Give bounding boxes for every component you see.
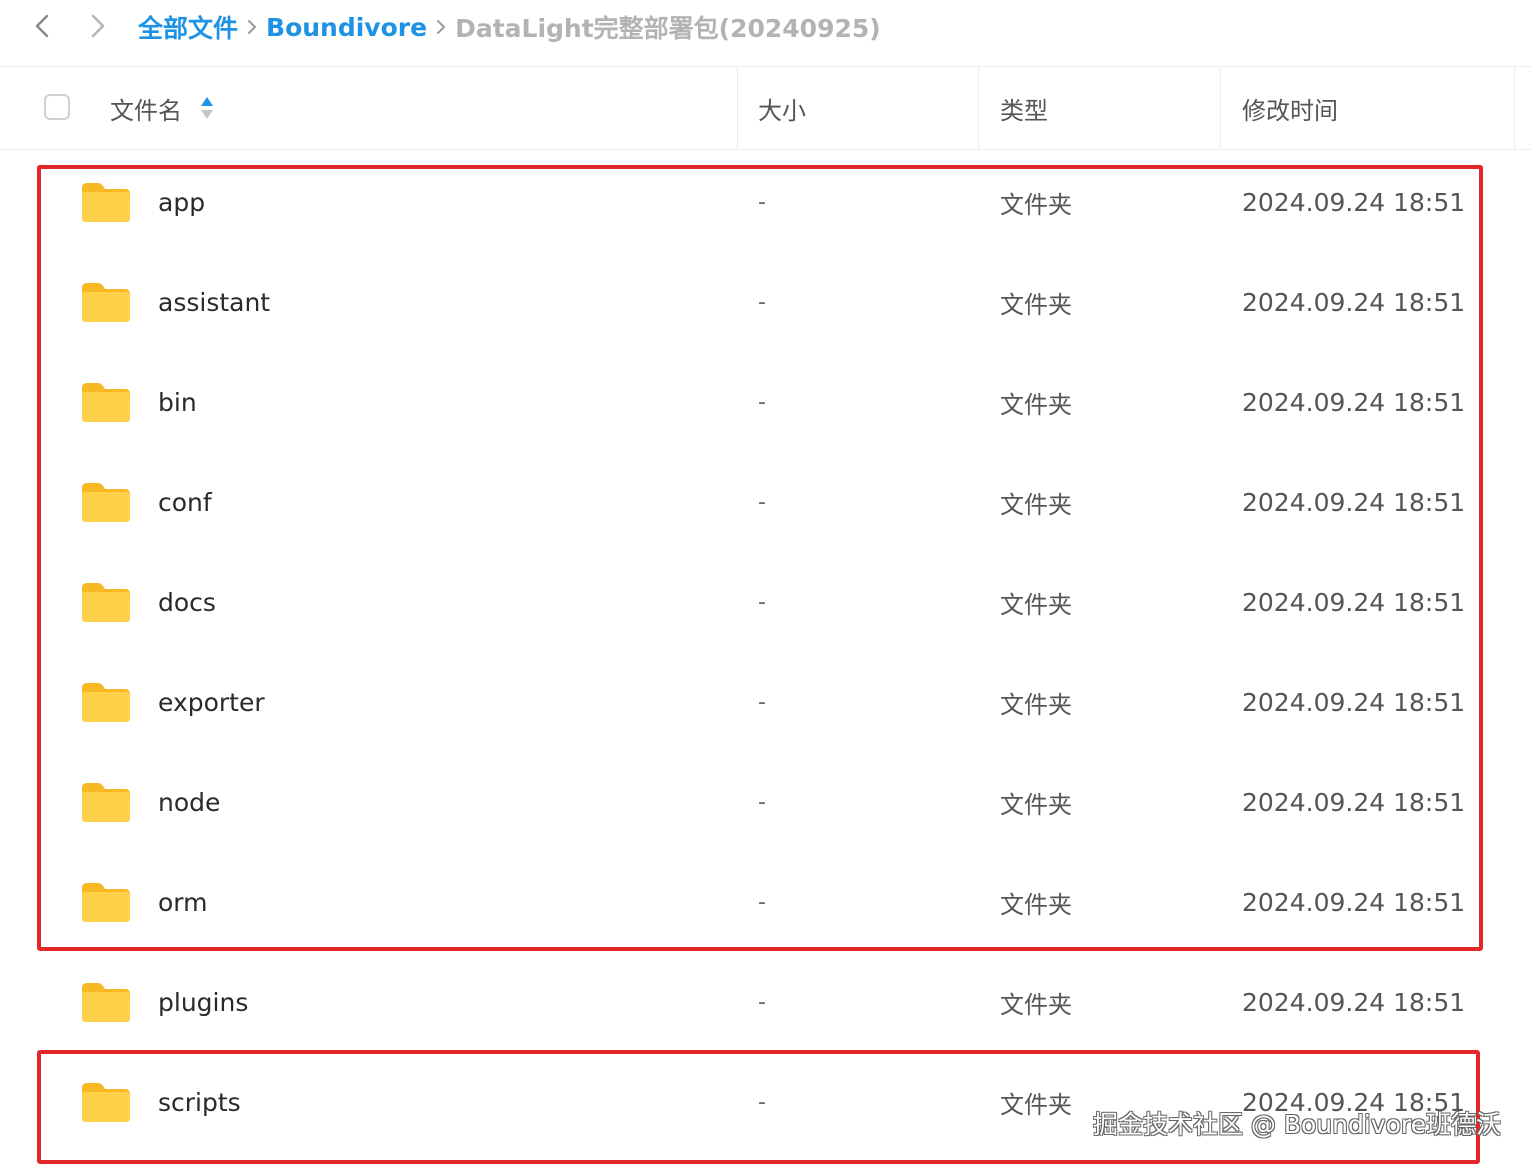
file-modified: 2024.09.24 18:51: [1242, 887, 1466, 917]
file-modified: 2024.09.24 18:51: [1242, 787, 1466, 817]
sort-arrows-icon[interactable]: [200, 95, 214, 121]
file-type: 文件夹: [1000, 690, 1072, 719]
file-size: -: [758, 589, 766, 615]
folder-icon: [82, 683, 130, 722]
column-header-modified[interactable]: 修改时间: [1242, 67, 1338, 149]
file-name[interactable]: conf: [158, 452, 212, 552]
column-header-type-label: 类型: [1000, 96, 1048, 125]
table-row[interactable]: assistant - 文件夹 2024.09.24 18:51: [0, 252, 1531, 352]
file-size: -: [758, 1089, 766, 1115]
column-divider: [1514, 67, 1515, 149]
file-size: -: [758, 289, 766, 315]
file-size: -: [758, 889, 766, 915]
file-name[interactable]: bin: [158, 352, 197, 452]
top-nav: 全部文件 Boundivore DataLight完整部署包(20240925): [0, 0, 1531, 67]
folder-icon: [82, 883, 130, 922]
file-type: 文件夹: [1000, 590, 1072, 619]
file-name[interactable]: assistant: [158, 252, 270, 352]
column-divider: [1220, 67, 1221, 149]
folder-icon: [82, 483, 130, 522]
file-size: -: [758, 489, 766, 515]
file-modified: 2024.09.24 18:51: [1242, 587, 1466, 617]
chevron-right-icon: [91, 14, 105, 38]
file-name[interactable]: app: [158, 152, 205, 252]
table-row[interactable]: node - 文件夹 2024.09.24 18:51: [0, 752, 1531, 852]
column-header-type[interactable]: 类型: [1000, 67, 1048, 149]
file-type: 文件夹: [1000, 990, 1072, 1019]
folder-icon: [82, 983, 130, 1022]
file-size: -: [758, 689, 766, 715]
column-header-name[interactable]: 文件名: [110, 67, 214, 149]
forward-button[interactable]: [82, 10, 114, 42]
file-name[interactable]: exporter: [158, 652, 265, 752]
folder-icon: [82, 583, 130, 622]
folder-icon: [82, 183, 130, 222]
folder-icon: [82, 283, 130, 322]
file-type: 文件夹: [1000, 890, 1072, 919]
file-size: -: [758, 189, 766, 215]
file-name[interactable]: plugins: [158, 952, 248, 1052]
file-type: 文件夹: [1000, 390, 1072, 419]
table-row[interactable]: plugins - 文件夹 2024.09.24 18:51: [0, 952, 1531, 1052]
file-size: -: [758, 789, 766, 815]
file-type: 文件夹: [1000, 1090, 1072, 1119]
file-name[interactable]: docs: [158, 552, 216, 652]
breadcrumb-separator-icon: [246, 17, 258, 37]
table-row[interactable]: docs - 文件夹 2024.09.24 18:51: [0, 552, 1531, 652]
column-header-modified-label: 修改时间: [1242, 96, 1338, 125]
breadcrumb-item-boundivore[interactable]: Boundivore: [266, 13, 427, 42]
table-row[interactable]: bin - 文件夹 2024.09.24 18:51: [0, 352, 1531, 452]
file-type: 文件夹: [1000, 290, 1072, 319]
file-name[interactable]: node: [158, 752, 220, 852]
file-type: 文件夹: [1000, 190, 1072, 219]
table-header: 文件名 大小 类型 修改时间: [0, 67, 1531, 150]
table-row[interactable]: orm - 文件夹 2024.09.24 18:51: [0, 852, 1531, 952]
file-modified: 2024.09.24 18:51: [1242, 987, 1466, 1017]
chevron-left-icon: [35, 14, 49, 38]
file-size: -: [758, 389, 766, 415]
file-modified: 2024.09.24 18:51: [1242, 387, 1466, 417]
column-header-size[interactable]: 大小: [758, 67, 806, 149]
column-header-name-label: 文件名: [110, 96, 182, 125]
breadcrumb: 全部文件 Boundivore DataLight完整部署包(20240925): [138, 10, 881, 44]
table-row[interactable]: exporter - 文件夹 2024.09.24 18:51: [0, 652, 1531, 752]
table-row[interactable]: app - 文件夹 2024.09.24 18:51: [0, 152, 1531, 252]
file-modified: 2024.09.24 18:51: [1242, 487, 1466, 517]
select-all-checkbox[interactable]: [44, 94, 70, 120]
watermark: 掘金技术社区 @ Boundivore班德沃: [1092, 1110, 1501, 1139]
file-modified: 2024.09.24 18:51: [1242, 187, 1466, 217]
breadcrumb-item-current: DataLight完整部署包(20240925): [455, 14, 881, 43]
table-row[interactable]: conf - 文件夹 2024.09.24 18:51: [0, 452, 1531, 552]
folder-icon: [82, 1083, 130, 1122]
file-modified: 2024.09.24 18:51: [1242, 287, 1466, 317]
column-divider: [978, 67, 979, 149]
file-type: 文件夹: [1000, 490, 1072, 519]
back-button[interactable]: [26, 10, 58, 42]
folder-icon: [82, 383, 130, 422]
column-header-size-label: 大小: [758, 96, 806, 125]
file-name[interactable]: scripts: [158, 1052, 241, 1152]
breadcrumb-item-all-files[interactable]: 全部文件: [138, 9, 238, 45]
file-manager: 全部文件 Boundivore DataLight完整部署包(20240925)…: [0, 0, 1531, 1169]
folder-icon: [82, 783, 130, 822]
file-size: -: [758, 989, 766, 1015]
breadcrumb-separator-icon: [435, 17, 447, 37]
column-divider: [737, 67, 738, 149]
file-type: 文件夹: [1000, 790, 1072, 819]
file-name[interactable]: orm: [158, 852, 208, 952]
file-modified: 2024.09.24 18:51: [1242, 687, 1466, 717]
